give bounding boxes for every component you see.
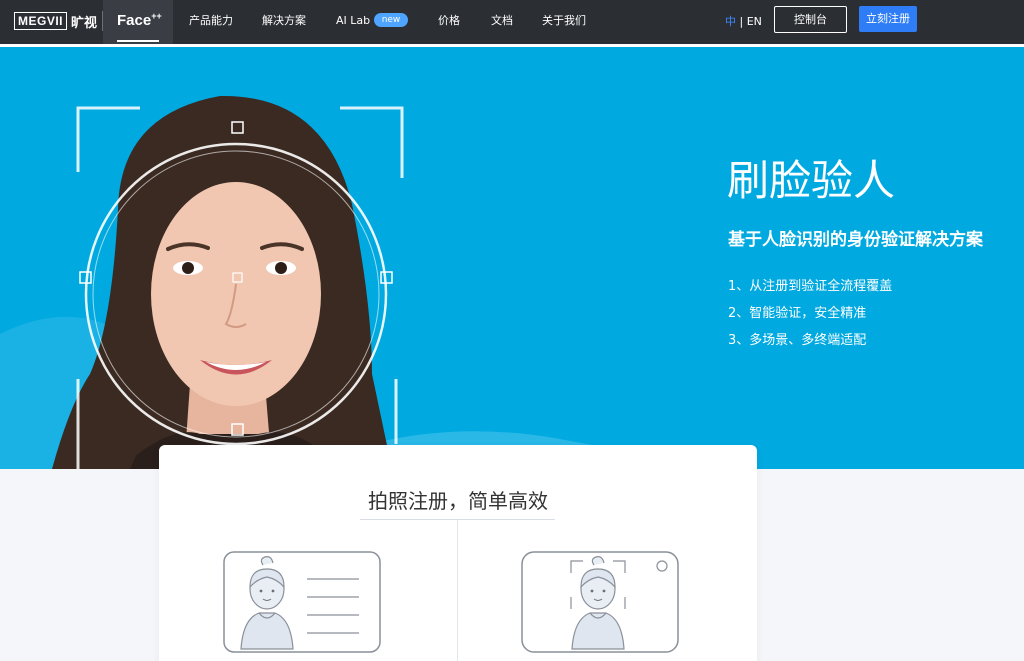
hero-point-1: 1、从注册到验证全流程覆盖 (728, 279, 893, 294)
face-tab-label: Face++ (117, 11, 162, 29)
logo-cn-text: 旷视 (71, 15, 98, 31)
face-portrait-image (52, 95, 404, 469)
top-nav: MEGVII 旷视 Face++ 产品能力 解决方案 AI Lab new 价格… (0, 0, 1024, 44)
hero-point-2: 2、智能验证，安全精准 (728, 306, 867, 321)
logo-text: MEGVII (14, 12, 68, 30)
active-tab-underline (117, 40, 159, 42)
hero-title: 刷脸验人 (727, 156, 896, 205)
hero-subtitle: 基于人脸识别的身份验证解决方案 (728, 230, 983, 250)
hero-banner: 刷脸验人 基于人脸识别的身份验证解决方案 1、从注册到验证全流程覆盖 2、智能验… (0, 44, 1024, 469)
nav-item-products[interactable]: 产品能力 (189, 14, 233, 28)
nav-item-pricing[interactable]: 价格 (438, 14, 460, 28)
nav-item-about[interactable]: 关于我们 (542, 14, 586, 28)
phone-camera-icon (521, 551, 679, 653)
nav-item-ai-lab[interactable]: AI Lab (336, 14, 370, 28)
feature-card: 拍照注册，简单高效 (159, 445, 757, 661)
register-button[interactable]: 立刻注册 (859, 6, 917, 32)
card-title: 拍照注册，简单高效 (368, 489, 548, 513)
id-card-icon (223, 551, 381, 653)
nav-item-docs[interactable]: 文档 (491, 14, 513, 28)
hero-point-3: 3、多场景、多终端适配 (728, 333, 867, 348)
new-badge: new (374, 13, 408, 27)
lang-cn[interactable]: 中 (725, 15, 736, 28)
lang-en[interactable]: EN (747, 15, 762, 28)
card-column-divider (457, 520, 458, 661)
console-button[interactable]: 控制台 (774, 6, 847, 33)
face-plus-plus-tab[interactable]: Face++ (103, 0, 173, 44)
language-switch: 中 | EN (725, 13, 762, 29)
nav-item-solutions[interactable]: 解决方案 (262, 14, 306, 28)
megvii-logo[interactable]: MEGVII 旷视 (14, 10, 97, 32)
lang-separator: | (736, 15, 747, 28)
